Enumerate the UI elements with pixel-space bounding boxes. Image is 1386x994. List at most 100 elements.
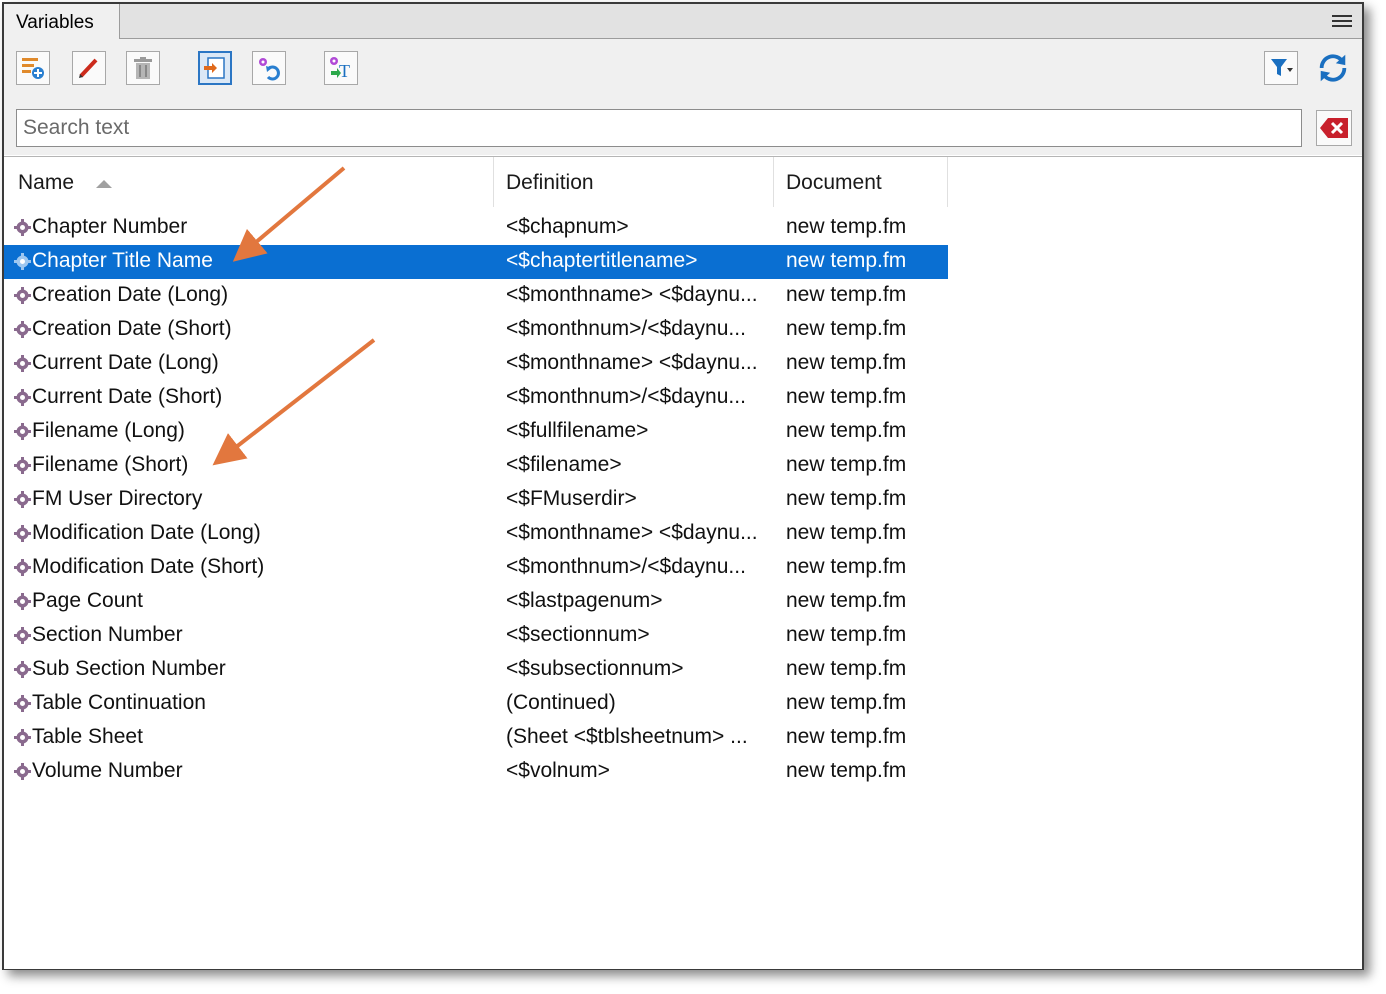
variable-gear-icon [14, 389, 31, 406]
variable-gear-icon [14, 457, 31, 474]
table-row[interactable]: Section Number <$sectionnum> new temp.fm [4, 619, 948, 653]
table-row[interactable]: Creation Date (Long) <$monthname> <$daynu… [4, 279, 948, 313]
variable-gear-icon [14, 729, 31, 746]
delete-trash-icon [134, 57, 152, 79]
refresh-icon [1319, 54, 1347, 82]
variable-definition: <$monthname> <$daynu... [506, 283, 758, 306]
variable-document: new temp.fm [786, 657, 907, 680]
search-input[interactable] [16, 109, 1302, 147]
variable-document: new temp.fm [786, 623, 907, 646]
variable-gear-icon [14, 661, 31, 678]
variable-definition: <$fullfilename> [506, 419, 649, 442]
filter-icon [1271, 59, 1293, 76]
variables-panel: Variables T Search text Name Definition … [2, 2, 1364, 970]
variable-definition: <$lastpagenum> [506, 589, 663, 612]
variable-name: Creation Date (Long) [32, 283, 229, 306]
convert-to-text-button[interactable]: T [324, 51, 358, 85]
variable-name: Volume Number [32, 759, 183, 782]
variable-gear-icon [14, 593, 31, 610]
panel-menu-icon[interactable] [1332, 15, 1352, 29]
variable-name: Sub Section Number [32, 657, 226, 680]
clear-search-icon [1320, 118, 1348, 138]
variables-list[interactable]: Name Definition Document Chapter Number <… [4, 156, 1362, 969]
variable-gear-icon [14, 695, 31, 712]
variable-gear-icon [14, 627, 31, 644]
insert-variable-button[interactable] [198, 51, 232, 85]
column-header-definition[interactable]: Definition [494, 157, 774, 207]
variable-document: new temp.fm [786, 555, 907, 578]
table-row[interactable]: Modification Date (Long) <$monthname> <$d… [4, 517, 948, 551]
table-row[interactable]: Filename (Long) <$fullfilename> new temp.f… [4, 415, 948, 449]
variable-gear-icon [14, 491, 31, 508]
variable-name: Modification Date (Short) [32, 555, 265, 578]
sort-ascending-icon [96, 180, 112, 188]
variable-name: Section Number [32, 623, 183, 646]
variable-document: new temp.fm [786, 283, 907, 306]
variable-document: new temp.fm [786, 317, 907, 340]
variable-definition: <$FMuserdir> [506, 487, 637, 510]
variable-name: Table Sheet [32, 725, 143, 748]
delete-variable-button[interactable] [126, 51, 160, 85]
variable-name: FM User Directory [32, 487, 203, 510]
edit-variable-button[interactable] [72, 51, 106, 85]
variable-gear-icon [14, 321, 31, 338]
variable-definition: <$sectionnum> [506, 623, 650, 646]
table-row[interactable]: Creation Date (Short) <$monthnum>/<$daynu… [4, 313, 948, 347]
variable-document: new temp.fm [786, 215, 907, 238]
variable-document: new temp.fm [786, 487, 907, 510]
variable-definition: <$monthnum>/<$daynu... [506, 317, 746, 340]
variable-definition: (Continued) [506, 691, 616, 714]
variable-name: Filename (Short) [32, 453, 189, 476]
toolbar: T [4, 39, 1362, 155]
convert-to-text-icon: T [330, 57, 350, 81]
variable-definition: <$monthname> <$daynu... [506, 351, 758, 374]
new-variable-button[interactable] [16, 51, 50, 85]
column-header-document[interactable]: Document [774, 157, 948, 207]
table-row[interactable]: Current Date (Long) <$monthname> <$daynu.… [4, 347, 948, 381]
table-row[interactable]: Volume Number <$volnum> new temp.fm [4, 755, 948, 789]
refresh-button[interactable] [1316, 51, 1350, 85]
variable-document: new temp.fm [786, 453, 907, 476]
table-row[interactable]: Chapter Number <$chapnum> new temp.fm [4, 211, 948, 245]
table-row[interactable]: Chapter Title Name <$chaptertitlename> new… [4, 245, 948, 279]
update-variables-button[interactable] [252, 51, 286, 85]
variable-gear-icon [14, 253, 31, 270]
svg-text:T: T [339, 61, 350, 81]
table-row[interactable]: Sub Section Number <$subsectionnum> new te… [4, 653, 948, 687]
variable-document: new temp.fm [786, 521, 907, 544]
variable-name: Filename (Long) [32, 419, 185, 442]
variable-name: Table Continuation [32, 691, 206, 714]
insert-variable-icon [204, 57, 225, 79]
variable-name: Current Date (Long) [32, 351, 219, 374]
table-row[interactable]: Table Sheet (Sheet <$tblsheetnum> ... new… [4, 721, 948, 755]
panel-tab-bar: Variables [4, 4, 1362, 39]
variable-definition: <$monthname> <$daynu... [506, 521, 758, 544]
table-row[interactable]: Modification Date (Short) <$monthnum>/<$d… [4, 551, 948, 585]
variable-definition: <$filename> [506, 453, 622, 476]
table-row[interactable]: Table Continuation (Continued) new temp.f… [4, 687, 948, 721]
table-row[interactable]: Current Date (Short) <$monthnum>/<$daynu.… [4, 381, 948, 415]
variable-definition: <$volnum> [506, 759, 610, 782]
variable-document: new temp.fm [786, 249, 907, 272]
tab-variables[interactable]: Variables [4, 4, 120, 39]
variable-definition: <$subsectionnum> [506, 657, 684, 680]
variable-gear-icon [14, 219, 31, 236]
variable-document: new temp.fm [786, 589, 907, 612]
variable-definition: (Sheet <$tblsheetnum> ... [506, 725, 748, 748]
edit-pencil-icon [79, 58, 98, 78]
variable-definition: <$chaptertitlename> [506, 249, 698, 272]
variable-document: new temp.fm [786, 725, 907, 748]
variable-definition: <$monthnum>/<$daynu... [506, 555, 746, 578]
variable-gear-icon [14, 525, 31, 542]
column-header-name[interactable]: Name [4, 157, 494, 207]
table-row[interactable]: Page Count <$lastpagenum> new temp.fm [4, 585, 948, 619]
variable-gear-icon [14, 559, 31, 576]
variable-definition: <$monthnum>/<$daynu... [506, 385, 746, 408]
variable-definition: <$chapnum> [506, 215, 629, 238]
variable-gear-icon [14, 763, 31, 780]
clear-search-button[interactable] [1316, 110, 1352, 146]
table-row[interactable]: FM User Directory <$FMuserdir> new temp.fm [4, 483, 948, 517]
variable-gear-icon [14, 355, 31, 372]
table-row[interactable]: Filename (Short) <$filename> new temp.fm [4, 449, 948, 483]
filter-button[interactable] [1264, 51, 1298, 85]
